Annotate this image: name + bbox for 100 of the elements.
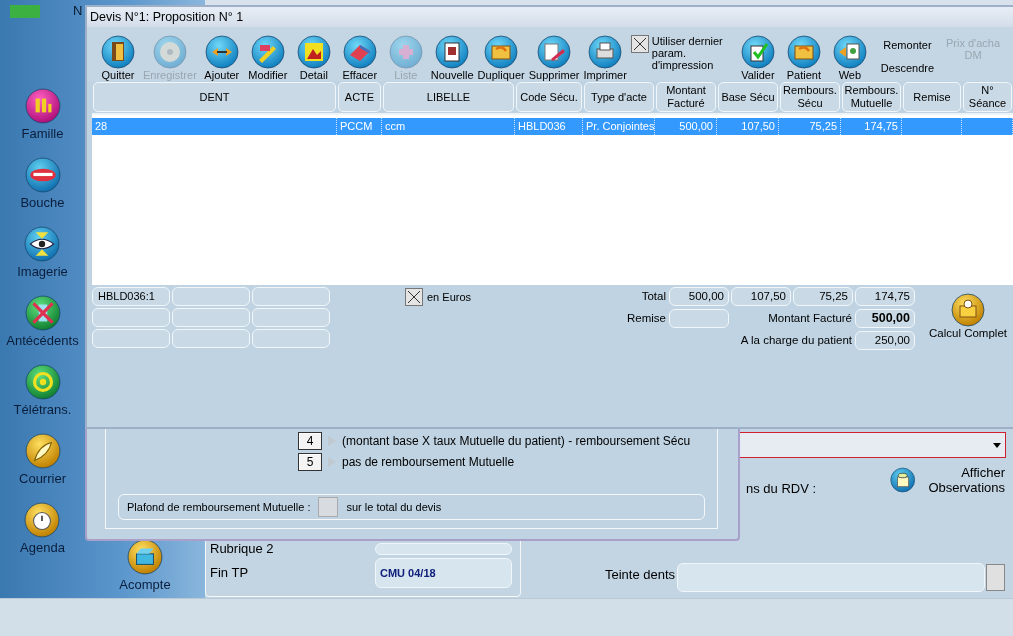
document-icon	[435, 35, 470, 69]
remise-field[interactable]	[669, 309, 729, 328]
checkmark-icon	[740, 35, 775, 69]
code-field[interactable]	[172, 329, 250, 348]
stopwatch-icon	[24, 502, 61, 538]
sidebar-item[interactable]: Télétrans.	[13, 364, 72, 417]
toolbar-button[interactable]: Dupliquer	[475, 35, 527, 81]
arrows-icon	[204, 35, 239, 69]
code-field[interactable]	[92, 329, 170, 348]
column-header[interactable]: LIBELLE	[383, 82, 514, 112]
code-field[interactable]	[172, 308, 250, 327]
charge-field: 250,00	[855, 331, 915, 350]
column-header[interactable]: Base Sécu	[718, 82, 778, 112]
treasure-chest-icon	[127, 539, 163, 575]
field-label: Fin TP	[210, 565, 249, 580]
picture-icon	[296, 35, 331, 69]
code-field[interactable]	[252, 287, 330, 306]
sidebar-item[interactable]: Bouche	[20, 157, 65, 210]
option-number-button[interactable]: 5	[298, 452, 322, 471]
column-header[interactable]: Rembours. Sécu	[780, 82, 840, 112]
checkbox-label: Utiliser dernier param. d'impression	[651, 35, 724, 71]
pencil-icon	[250, 35, 285, 69]
code-field[interactable]	[92, 308, 170, 327]
column-header[interactable]: ACTE	[338, 82, 381, 112]
table-cell: PCCM	[337, 118, 382, 135]
toolbar-button[interactable]: Ajouter	[198, 35, 245, 81]
pen-icon	[537, 35, 572, 69]
total-field: 174,75	[855, 287, 915, 306]
move-button[interactable]: Descendre	[880, 61, 935, 74]
toolbar-button[interactable]: Valider	[734, 35, 781, 81]
remise-label: Remise	[626, 311, 667, 326]
code-field[interactable]	[172, 287, 250, 306]
sidebar-item[interactable]: Courrier	[19, 433, 66, 486]
column-header[interactable]: Type d'acte	[584, 82, 654, 112]
text-field[interactable]	[677, 563, 985, 592]
sidebar-item[interactable]: Antécédents	[6, 295, 79, 348]
field-label: Teinte dents	[605, 567, 676, 582]
table-cell: 28	[92, 118, 337, 135]
field-label: Rubrique 2	[210, 541, 274, 556]
plafond-label: Plafond de remboursement Mutuelle :	[127, 501, 311, 513]
field-label: ns du RDV :	[746, 481, 817, 496]
option-number-button[interactable]: 4	[298, 431, 322, 450]
small-button[interactable]	[986, 564, 1005, 591]
text-field[interactable]	[375, 543, 512, 555]
toolbar-button[interactable]: Modifier	[244, 35, 291, 81]
toolbar-button[interactable]: Quitter	[95, 35, 141, 81]
crossed-bottle-icon	[24, 295, 61, 331]
sidebar-item[interactable]: Famille	[21, 88, 64, 141]
feather-icon	[24, 433, 61, 469]
table-cell: Pr. Conjointes	[583, 118, 655, 135]
column-header[interactable]: Remise	[903, 82, 961, 112]
disc-icon	[152, 35, 187, 69]
code-field[interactable]	[252, 329, 330, 348]
column-header[interactable]: Rembours. Mutuelle	[842, 82, 901, 112]
move-button[interactable]: Remonter	[880, 38, 935, 51]
eraser-icon	[342, 35, 377, 69]
dropdown[interactable]	[738, 432, 1006, 458]
montant-label: Montant Facturé	[767, 311, 853, 326]
total-label: Total	[640, 289, 667, 304]
calcul-button[interactable]: Calcul Complet	[925, 293, 1011, 339]
total-field: 500,00	[669, 287, 729, 306]
column-header[interactable]: DENT	[93, 82, 336, 112]
column-header[interactable]: Montant Facturé	[656, 82, 716, 112]
toolbar-button[interactable]: Nouvelle	[428, 35, 476, 81]
toolbar-button[interactable]: Web	[826, 35, 873, 81]
plafond-field[interactable]	[318, 497, 339, 517]
table-cell: 107,50	[717, 118, 779, 135]
sidebar-item[interactable]: Imagerie	[17, 226, 68, 279]
total-field: 107,50	[731, 287, 791, 306]
table-cell	[902, 118, 962, 135]
table-cell: 75,25	[779, 118, 841, 135]
column-header[interactable]: Code Sécu.	[516, 82, 582, 112]
total-field: 75,25	[793, 287, 853, 306]
printer-icon	[588, 35, 623, 69]
code-field[interactable]: HBLD036:1	[92, 287, 170, 306]
checkbox[interactable]	[405, 288, 423, 306]
caret-icon	[993, 442, 1001, 448]
checkbox[interactable]	[630, 35, 649, 53]
column-header[interactable]: N° Séance	[963, 82, 1012, 112]
window-title: Devis N°1: Proposition N° 1	[87, 7, 1013, 27]
checkbox-label: en Euros	[427, 291, 472, 303]
table-cell: ccm	[382, 118, 515, 135]
toolbar-button[interactable]: Patient	[780, 35, 827, 81]
sidebar-item[interactable]: Agenda	[20, 502, 65, 555]
montant-field: 500,00	[855, 309, 915, 328]
observations-button[interactable]: Afficher Observations	[890, 462, 1005, 498]
logo-icon	[10, 5, 40, 18]
code-field[interactable]	[252, 308, 330, 327]
mouth-icon	[24, 157, 61, 193]
table-cell: 500,00	[655, 118, 717, 135]
toolbar-button[interactable]: Supprimer	[526, 35, 582, 81]
toolbar-button[interactable]: Detail	[290, 35, 337, 81]
plus-icon	[388, 35, 423, 69]
cut-text: N	[73, 3, 83, 18]
toolbar-button[interactable]: Imprimer	[581, 35, 629, 81]
text-field[interactable]: CMU 04/18	[375, 558, 512, 588]
sidebar-item[interactable]: Acompte	[119, 539, 171, 592]
door-icon	[101, 35, 135, 69]
eye-icon	[24, 226, 61, 262]
toolbar-button[interactable]: Effacer	[336, 35, 383, 81]
